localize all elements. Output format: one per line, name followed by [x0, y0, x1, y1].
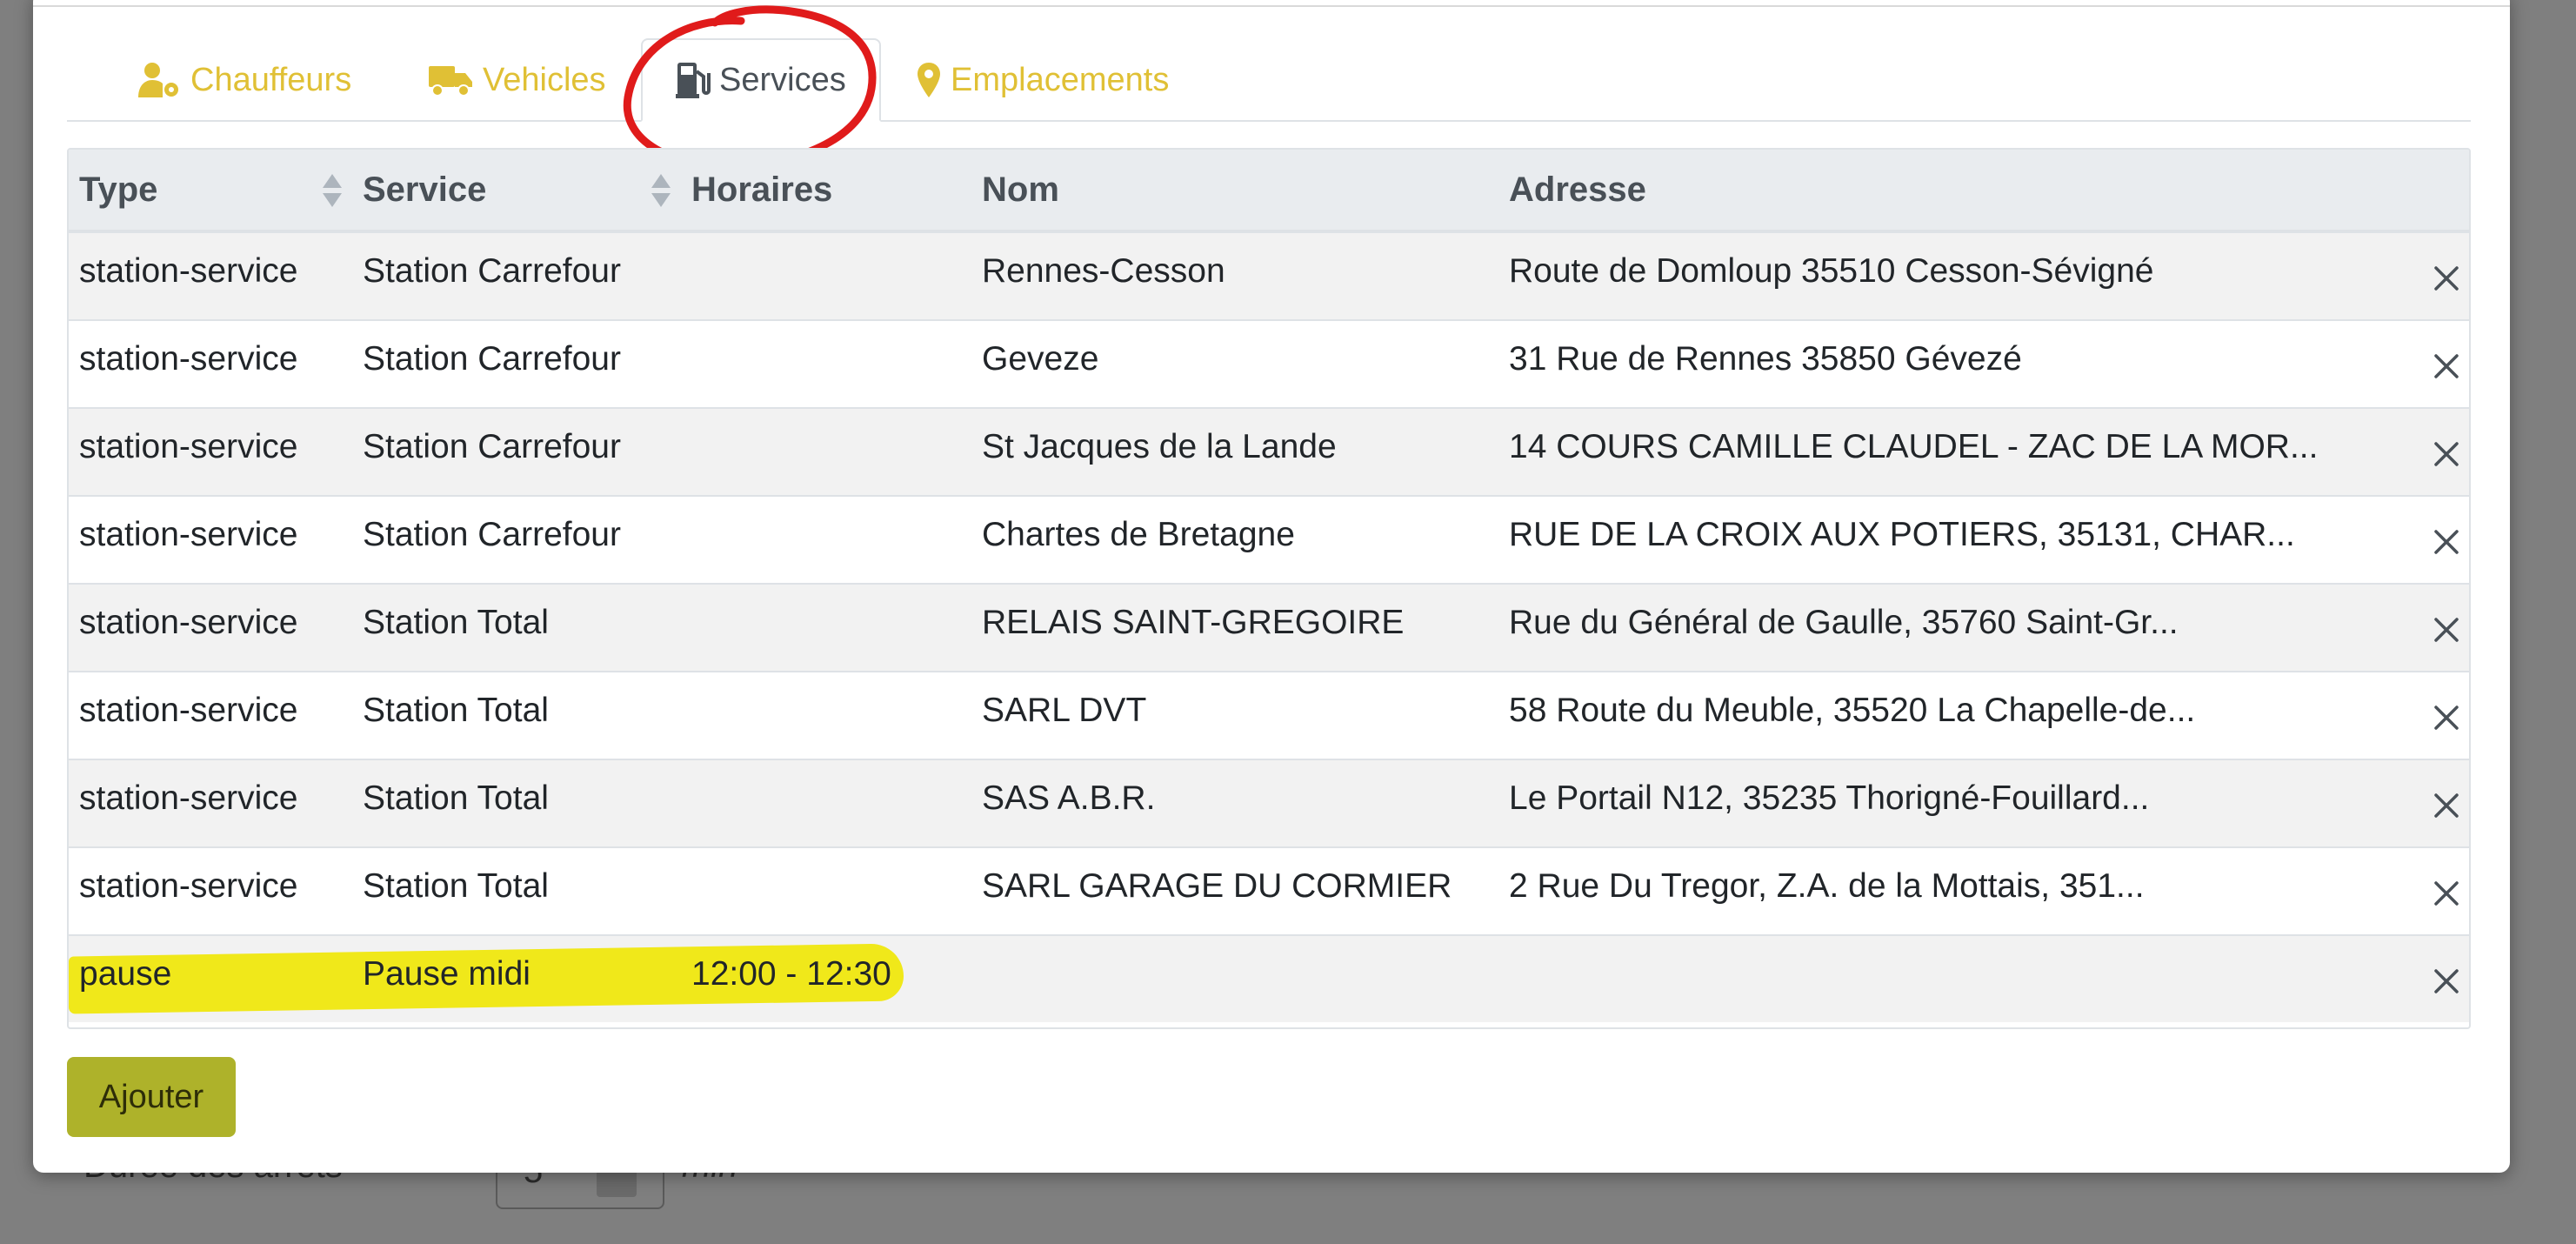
- tab-label: Services: [719, 61, 846, 98]
- cell-type: station-service: [79, 692, 298, 729]
- cell-service: Station Total: [363, 604, 549, 641]
- cell-service: Station Carrefour: [363, 428, 621, 465]
- header-type[interactable]: Type: [79, 150, 157, 230]
- table-row: station-service Station Total SAS A.B.R.…: [69, 759, 2469, 846]
- delete-icon[interactable]: [2431, 966, 2462, 997]
- tab-emplacements[interactable]: Emplacements: [916, 38, 1169, 122]
- add-button[interactable]: Ajouter: [67, 1057, 236, 1137]
- tab-label: Vehicles: [483, 61, 606, 98]
- delete-icon[interactable]: [2431, 263, 2462, 294]
- cell-service: Pause midi: [363, 955, 531, 993]
- tab-label: Emplacements: [951, 61, 1170, 98]
- cell-adresse: 14 COURS CAMILLE CLAUDEL - ZAC DE LA MOR…: [1509, 428, 2319, 465]
- header-service[interactable]: Service: [363, 150, 486, 230]
- table-row: station-service Station Carrefour Geveze…: [69, 319, 2469, 407]
- delete-icon[interactable]: [2431, 614, 2462, 645]
- cell-type: station-service: [79, 340, 298, 378]
- delete-icon[interactable]: [2431, 438, 2462, 470]
- cell-adresse: Route de Domloup 35510 Cesson-Sévigné: [1509, 252, 2154, 290]
- table-body: station-service Station Carrefour Rennes…: [69, 231, 2469, 1022]
- cell-nom: RELAIS SAINT-GREGOIRE: [982, 604, 1405, 641]
- cell-nom: SARL GARAGE DU CORMIER: [982, 867, 1452, 905]
- cell-type: pause: [79, 955, 172, 993]
- services-table: Type Service Horaires Nom Adresse statio…: [67, 148, 2471, 1029]
- cell-service: Station Total: [363, 692, 549, 729]
- header-horaires: Horaires: [691, 171, 833, 209]
- table-row: station-service Station Carrefour St Jac…: [69, 407, 2469, 495]
- cell-service: Station Total: [363, 867, 549, 905]
- modal-divider: [33, 5, 2510, 7]
- cell-adresse: Rue du Général de Gaulle, 35760 Saint-Gr…: [1509, 604, 2179, 641]
- cell-nom: St Jacques de la Lande: [982, 428, 1337, 465]
- truck-icon: [429, 66, 472, 97]
- cell-type: station-service: [79, 428, 298, 465]
- tab-chauffeurs[interactable]: Chauffeurs: [137, 38, 351, 122]
- cell-service: Station Carrefour: [363, 252, 621, 290]
- cell-type: station-service: [79, 604, 298, 641]
- cell-type: station-service: [79, 516, 298, 553]
- gas-pump-icon: [676, 63, 711, 98]
- table-row: station-service Station Carrefour Charte…: [69, 495, 2469, 583]
- tab-services[interactable]: Services: [641, 38, 881, 122]
- delete-icon[interactable]: [2431, 878, 2462, 909]
- cell-type: station-service: [79, 867, 298, 905]
- cell-adresse: RUE DE LA CROIX AUX POTIERS, 35131, CHAR…: [1509, 516, 2295, 553]
- cell-service: Station Carrefour: [363, 516, 621, 553]
- table-header: Type Service Horaires Nom Adresse: [69, 150, 2469, 231]
- header-nom: Nom: [982, 171, 1059, 209]
- table-row: pause Pause midi 12:00 - 12:30: [69, 934, 2469, 1022]
- cell-nom: Rennes-Cesson: [982, 252, 1225, 290]
- cell-nom: SARL DVT: [982, 692, 1147, 729]
- cell-horaires: 12:00 - 12:30: [691, 955, 891, 993]
- sort-icon[interactable]: [650, 172, 672, 209]
- cell-adresse: Le Portail N12, 35235 Thorigné-Fouillard…: [1509, 779, 2150, 817]
- cell-type: station-service: [79, 252, 298, 290]
- table-row: station-service Station Total RELAIS SAI…: [69, 583, 2469, 671]
- cell-nom: SAS A.B.R.: [982, 779, 1156, 817]
- sort-icon[interactable]: [321, 172, 344, 209]
- tab-vehicles[interactable]: Vehicles: [427, 38, 606, 122]
- map-marker-icon: [918, 63, 940, 97]
- cell-nom: Chartes de Bretagne: [982, 516, 1295, 553]
- modal-dialog: Chauffeurs Vehicles Services Emplacement…: [33, 0, 2510, 1173]
- cell-service: Station Total: [363, 779, 549, 817]
- cell-adresse: 2 Rue Du Tregor, Z.A. de la Mottais, 351…: [1509, 867, 2145, 905]
- delete-icon[interactable]: [2431, 351, 2462, 382]
- header-adresse: Adresse: [1509, 171, 1646, 209]
- delete-icon[interactable]: [2431, 526, 2462, 558]
- table-row: station-service Station Total SARL DVT 5…: [69, 671, 2469, 759]
- cell-service: Station Carrefour: [363, 340, 621, 378]
- tab-bar: Chauffeurs Vehicles Services Emplacement…: [67, 38, 2471, 122]
- table-row: station-service Station Total SARL GARAG…: [69, 846, 2469, 934]
- user-gear-icon: [138, 63, 178, 97]
- cell-nom: Geveze: [982, 340, 1099, 378]
- delete-icon[interactable]: [2431, 790, 2462, 821]
- cell-adresse: 58 Route du Meuble, 35520 La Chapelle-de…: [1509, 692, 2196, 729]
- tab-label: Chauffeurs: [190, 61, 352, 98]
- cell-adresse: 31 Rue de Rennes 35850 Gévezé: [1509, 340, 2022, 378]
- delete-icon[interactable]: [2431, 702, 2462, 733]
- cell-type: station-service: [79, 779, 298, 817]
- table-row: station-service Station Carrefour Rennes…: [69, 231, 2469, 319]
